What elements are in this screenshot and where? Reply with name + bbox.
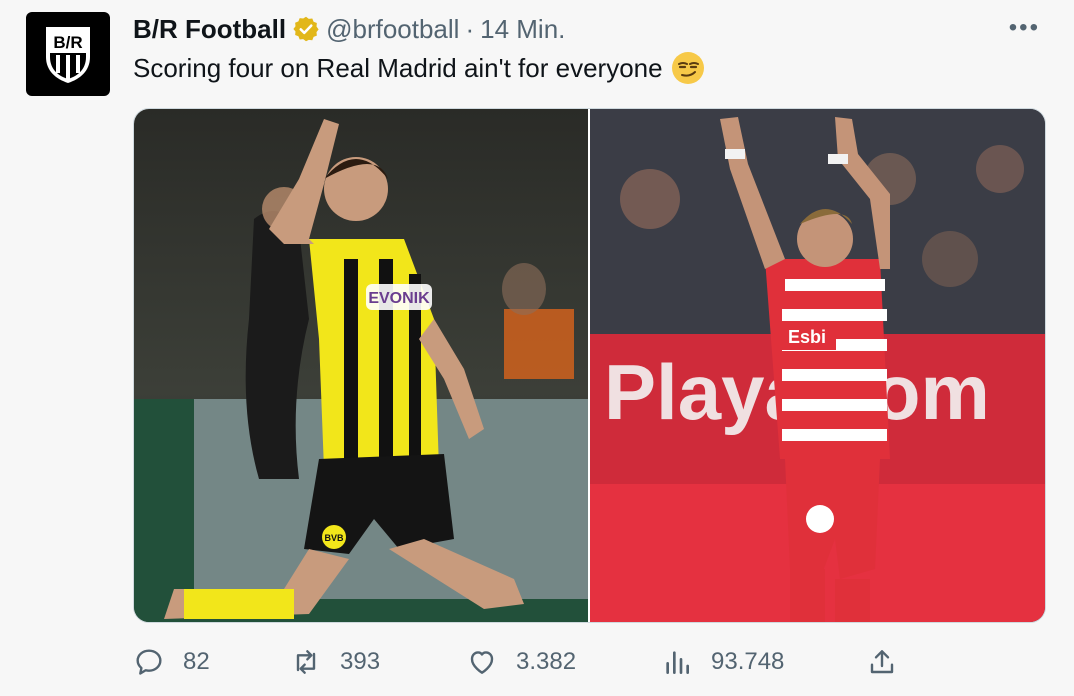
- reply-button[interactable]: 82: [133, 646, 210, 678]
- views-button[interactable]: 93.748: [661, 646, 784, 678]
- tweet-body: Scoring four on Real Madrid ain't for ev…: [133, 53, 663, 83]
- tweet-actions: 82 393 3.382 93.748: [133, 640, 903, 684]
- view-count: 93.748: [711, 648, 785, 675]
- avatar[interactable]: B/R: [26, 12, 110, 96]
- share-button[interactable]: [866, 646, 898, 678]
- account-handle[interactable]: @brfootball: [326, 14, 459, 45]
- share-icon: [870, 650, 894, 674]
- br-shield-logo: B/R: [46, 27, 90, 83]
- more-icon[interactable]: •••: [1009, 14, 1040, 42]
- bvb-crest: BVB: [324, 533, 344, 543]
- tweet-text: Scoring four on Real Madrid ain't for ev…: [133, 50, 705, 86]
- avatar-text: B/R: [53, 33, 82, 52]
- separator-dot: ·: [465, 13, 475, 44]
- like-count: 3.382: [516, 648, 577, 675]
- repost-button[interactable]: 393: [290, 646, 380, 678]
- verified-badge-icon[interactable]: [292, 15, 320, 43]
- evonik-sponsor: EVONIK: [368, 290, 430, 307]
- tweet-media: EVONIK BVB Playa.com: [133, 108, 1046, 623]
- reply-icon: [136, 649, 162, 675]
- smirk-emoji-icon: [671, 51, 705, 85]
- tweet-header: B/R Football @brfootball · 14 Min.: [133, 12, 565, 46]
- tweet-timestamp[interactable]: 14 Min.: [480, 14, 565, 45]
- repost-count: 393: [340, 648, 381, 675]
- views-icon: [666, 651, 689, 674]
- photo-lewandowski[interactable]: EVONIK BVB: [134, 109, 588, 622]
- photo-girona-player[interactable]: Playa.com Esbi: [590, 109, 1045, 622]
- esbi-sponsor: Esbi: [788, 327, 826, 347]
- like-icon: [470, 651, 494, 674]
- like-button[interactable]: 3.382: [466, 646, 576, 678]
- reply-count: 82: [183, 648, 210, 675]
- repost-icon: [296, 650, 316, 674]
- account-name[interactable]: B/R Football: [133, 14, 286, 45]
